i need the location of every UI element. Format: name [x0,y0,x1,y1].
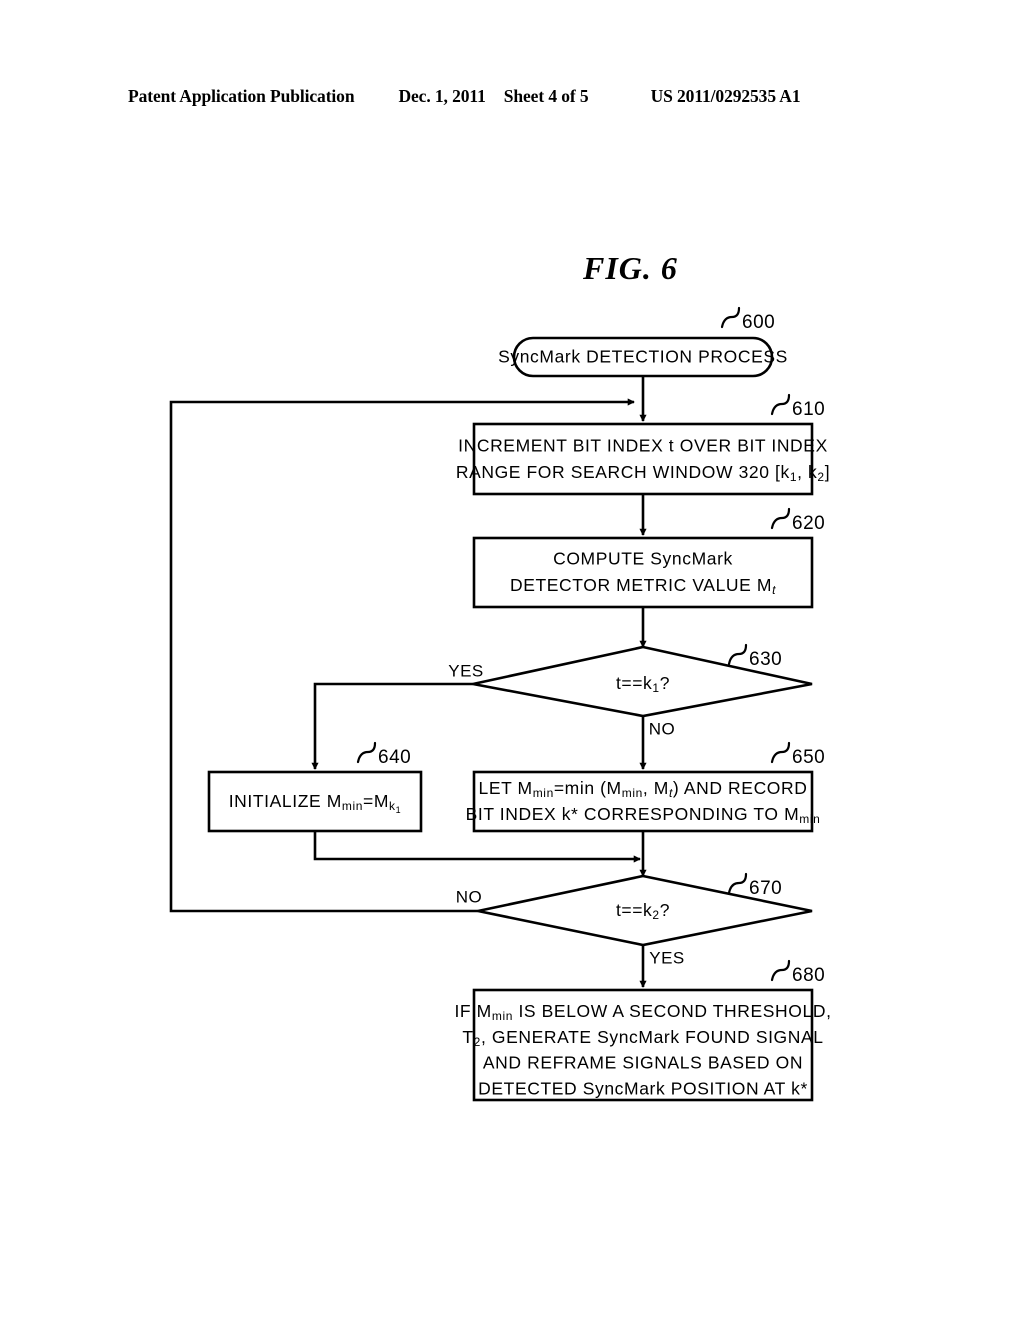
letmin-line1-sub2: min [622,786,643,800]
final-line1-b: IS BELOW A SECOND THRESHOLD, [513,1001,832,1021]
final-line2-b: , GENERATE SyncMark FOUND SIGNAL [481,1027,824,1047]
initialize-sub1: min [342,799,363,813]
callout-640: 640 [356,741,411,768]
node-start-600[interactable]: SyncMark DETECTION PROCESS [498,336,788,378]
node-increment-610[interactable]: INCREMENT BIT INDEX t OVER BIT INDEX RAN… [456,422,830,496]
ref-number-640: 640 [378,747,411,768]
decision-670-sub: 2 [652,908,659,922]
final-line2-sub: 2 [474,1035,481,1049]
node-compute-620[interactable]: COMPUTE SyncMark DETECTOR METRIC VALUE M… [472,536,814,609]
edge-label-630-no: NO [649,719,676,738]
node-final-680[interactable]: IF Mmin IS BELOW A SECOND THRESHOLD, T2,… [454,988,832,1102]
increment-line2-b: , k [797,462,817,482]
decision-670-b: ? [660,900,670,920]
node-initialize-640[interactable]: INITIALIZE Mmin=Mk1 [207,770,423,833]
letmin-line2-a: BIT INDEX k* CORRESPONDING TO M [466,804,800,824]
callout-610: 610 [770,393,825,420]
ref-number-650: 650 [792,747,825,768]
increment-line2-a: RANGE FOR SEARCH WINDOW 320 [k [456,462,790,482]
increment-line2: RANGE FOR SEARCH WINDOW 320 [k1, k2] [456,462,830,485]
increment-line2-sub2: 2 [817,470,824,484]
decision-670-label: t==k2? [616,900,670,923]
letmin-line1-sub1: min [533,786,554,800]
ref-number-610: 610 [792,399,825,420]
node-letmin-650[interactable]: LET Mmin=min (Mmin, Mt) AND RECORD BIT I… [466,770,821,833]
initialize-a: INITIALIZE M [229,791,342,811]
decision-670-a: t==k [616,900,652,920]
decision-630-b: ? [660,673,670,693]
final-line1-a: IF M [454,1001,491,1021]
final-line2-a: T [462,1027,473,1047]
letmin-line1-b: =min (M [554,778,622,798]
compute-line2: DETECTOR METRIC VALUE Mt [510,575,776,598]
ref-number-600: 600 [742,312,775,333]
increment-line2-c: ] [825,462,830,482]
final-line3: AND REFRAME SIGNALS BASED ON [483,1053,803,1073]
callout-600: 600 [720,306,775,333]
ref-number-670: 670 [749,878,782,899]
ref-number-630: 630 [749,649,782,670]
increment-line1: INCREMENT BIT INDEX t OVER BIT INDEX [458,436,828,456]
compute-line1: COMPUTE SyncMark [553,549,733,569]
connector-640-to-junction [313,831,641,863]
callout-620: 620 [770,507,825,534]
decision-630-a: t==k [616,673,652,693]
start-label: SyncMark DETECTION PROCESS [498,347,788,367]
decision-630-sub: 1 [652,681,659,695]
compute-line2-a: DETECTOR METRIC VALUE M [510,575,772,595]
final-line4: DETECTED SyncMark POSITION AT k* [478,1079,808,1099]
edge-label-670-yes: YES [649,948,685,967]
letmin-line1-d: ) AND RECORD [673,778,808,798]
compute-line2-sub: t [772,583,776,597]
flowchart-diagram: SyncMark DETECTION PROCESS 600 INCREMENT… [169,306,832,1102]
letmin-line1-c: , M [643,778,669,798]
initialize-subsub: 1 [396,805,402,815]
ref-number-680: 680 [792,965,825,986]
letmin-line2: BIT INDEX k* CORRESPONDING TO Mmin [466,804,821,827]
callout-650: 650 [770,741,825,768]
letmin-line2-sub: min [799,812,820,826]
letmin-line1: LET Mmin=min (Mmin, Mt) AND RECORD [478,778,807,801]
final-line1-sub: min [492,1009,513,1023]
letmin-line1-a: LET M [478,778,532,798]
initialize-b: =M [363,791,389,811]
ref-number-620: 620 [792,513,825,534]
edge-label-670-no: NO [456,887,483,906]
edge-label-630-yes: YES [448,661,484,680]
increment-box-shape [472,422,814,496]
patent-page: Patent Application Publication Dec. 1, 2… [0,0,1024,1320]
final-line2: T2, GENERATE SyncMark FOUND SIGNAL [462,1027,823,1050]
decision-630-label: t==k1? [616,673,670,696]
callout-680: 680 [770,959,825,986]
increment-line2-sub1: 1 [790,470,797,484]
